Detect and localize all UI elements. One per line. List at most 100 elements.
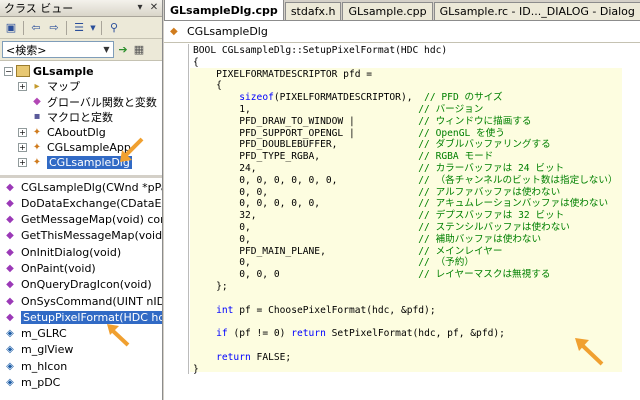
member-item[interactable]: ◆ OnInitDialog(void) <box>0 245 162 259</box>
code-line[interactable]: PFD_DOUBLEBUFFER, // ダブルバッファリングする <box>193 139 618 151</box>
code-line[interactable]: 0, // 補助バッファは使わない <box>193 234 618 246</box>
pin-icon[interactable]: ▾ <box>134 2 146 14</box>
clear-search-icon[interactable]: ▦ <box>132 43 146 57</box>
member-item-label: m_GLRC <box>21 327 67 341</box>
code-keyword: return <box>216 351 251 363</box>
code-line[interactable]: if (pf != 0) return SetPixelFormat(hdc, … <box>193 328 618 340</box>
member-item[interactable]: ◆ OnQueryDragIcon(void) <box>0 278 162 292</box>
member-item[interactable]: ◆ GetMessageMap(void) const <box>0 213 162 227</box>
sort-dropdown-icon[interactable]: ▼ <box>89 20 97 36</box>
member-item[interactable]: ◈ m_glView <box>0 343 162 357</box>
code-line[interactable]: 0, 0, 0 // レイヤーマスクは無視する <box>193 269 618 281</box>
member-item-label: GetMessageMap(void) const <box>21 213 163 227</box>
code-line[interactable]: } <box>193 364 618 376</box>
pointer-arrow-icon <box>120 137 144 162</box>
code-line[interactable]: PFD_TYPE_RGBA, // RGBA モード <box>193 151 618 163</box>
code-editor[interactable]: ◆ CGLsampleDlg BOOL CGLsampleDlg::SetupP… <box>164 21 640 400</box>
code-line[interactable]: 0, 0, 0, 0, 0, // アキュムレーションバッファは使わない <box>193 198 618 210</box>
code-text: PFD_TYPE_RGBA, <box>193 151 419 163</box>
close-icon[interactable]: ✕ <box>148 2 160 14</box>
search-go-icon[interactable]: ➔ <box>116 43 130 57</box>
class-icon: ◆ <box>170 26 178 37</box>
document-tab[interactable]: GLsample.rc - ID..._DIALOG - Dialog <box>433 2 640 20</box>
code-line[interactable]: return FALSE; <box>193 352 618 364</box>
code-line[interactable]: 24, // カラーバッファは 24 ビット <box>193 163 618 175</box>
code-line[interactable]: int pf = ChoosePixelFormat(hdc, &pfd); <box>193 305 618 317</box>
class-tree-item[interactable]: ◆ グローバル関数と変数 <box>0 95 162 109</box>
document-tab[interactable]: stdafx.h <box>284 2 342 20</box>
class-tree-item[interactable]: ▪ マクロと定数 <box>0 110 162 124</box>
code-text: SetPixelFormat(hdc, pf, &pfd); <box>325 328 505 340</box>
member-item[interactable]: ◈ m_GLRC <box>0 327 162 341</box>
code-line[interactable]: { <box>193 80 618 92</box>
code-line[interactable]: 32, // デプスバッファは 32 ビット <box>193 210 618 222</box>
code-line[interactable]: PFD_SUPPORT_OPENGL | // OpenGL を使う <box>193 128 618 140</box>
editor-navigation-bar[interactable]: ◆ CGLsampleDlg <box>164 21 640 43</box>
method-icon: ◆ <box>6 230 14 242</box>
code-comment: // RGBA モード <box>418 151 494 163</box>
member-item[interactable]: ◈ m_hIcon <box>0 359 162 373</box>
code-comment: // レイヤーマスクは無視する <box>418 269 551 281</box>
code-line[interactable] <box>193 340 618 352</box>
code-line[interactable]: sizeof(PIXELFORMATDESCRIPTOR), // PFD のサ… <box>193 92 618 104</box>
expand-icon[interactable]: + <box>18 142 27 152</box>
code-line[interactable] <box>193 316 618 328</box>
class-tree-item[interactable]: + ▸ マップ <box>0 79 162 93</box>
chevron-down-icon[interactable]: ▼ <box>100 42 113 57</box>
code-text: { <box>193 80 222 92</box>
expand-icon[interactable]: + <box>18 158 27 168</box>
member-item[interactable]: ◆ OnPaint(void) <box>0 261 162 275</box>
code-line[interactable] <box>193 293 618 305</box>
code-line[interactable]: 1, // バージョン <box>193 104 618 116</box>
class-tree-item-label: CAboutDlg <box>47 125 106 139</box>
source-code[interactable]: BOOL CGLsampleDlg::SetupPixelFormat(HDC … <box>193 45 618 375</box>
member-item[interactable]: ◆ DoDataExchange(CDataExc <box>0 196 162 210</box>
member-item[interactable]: ◆ SetupPixelFormat(HDC hdc <box>0 310 162 324</box>
search-input[interactable]: <検索> ▼ <box>2 41 114 58</box>
class-tree-item[interactable]: − GLsample <box>0 64 162 78</box>
expand-icon[interactable]: + <box>18 127 27 137</box>
code-line[interactable]: PFD_MAIN_PLANE, // メインレイヤー <box>193 246 618 258</box>
globe-icon: ◆ <box>33 96 41 108</box>
class-icon: ✦ <box>32 157 42 169</box>
member-item[interactable]: ◆ GetThisMessageMap(void) <box>0 229 162 243</box>
code-line[interactable]: PIXELFORMATDESCRIPTOR pfd = <box>193 69 618 81</box>
code-line[interactable]: 0, 0, 0, 0, 0, 0, // （各チャンネルのビット数は指定しない） <box>193 175 617 187</box>
member-list: ◆ CGLsampleDlg(CWnd *pPar ◆ DoDataExchange(… <box>0 178 162 390</box>
member-item[interactable]: ◈ m_pDC <box>0 376 162 390</box>
member-item[interactable]: ◆ CGLsampleDlg(CWnd *pPar <box>0 180 162 194</box>
code-area[interactable]: BOOL CGLsampleDlg::SetupPixelFormat(HDC … <box>164 44 640 400</box>
code-line[interactable]: BOOL CGLsampleDlg::SetupPixelFormat(HDC … <box>193 45 618 57</box>
code-line[interactable]: PFD_DRAW_TO_WINDOW | // ウィンドウに描画する <box>193 116 618 128</box>
code-line[interactable]: 0, // ステンシルバッファは使わない <box>193 222 618 234</box>
forward-icon[interactable]: ⇨ <box>46 20 62 36</box>
code-text: 1, <box>193 103 419 115</box>
collapse-icon[interactable]: − <box>4 66 13 76</box>
code-keyword: if <box>216 328 228 340</box>
find-symbol-icon[interactable]: ⚲ <box>106 20 122 36</box>
member-item-label: m_hIcon <box>21 359 68 373</box>
member-item-label: CGLsampleDlg(CWnd *pPar <box>21 180 163 194</box>
document-tab[interactable]: GLsampleDlg.cpp <box>164 0 284 20</box>
class-tree-item-label: グローバル関数と変数 <box>47 95 157 109</box>
expand-icon[interactable]: + <box>18 81 27 91</box>
code-line[interactable]: { <box>193 57 618 69</box>
member-item[interactable]: ◆ OnSysCommand(UINT nID, <box>0 294 162 308</box>
code-line[interactable]: 0, // （予約） <box>193 257 618 269</box>
new-folder-icon[interactable]: ▣ <box>3 20 19 36</box>
method-icon: ◆ <box>6 311 14 323</box>
document-tab[interactable]: GLsample.cpp <box>342 2 433 20</box>
pointer-arrow-icon <box>107 324 130 347</box>
member-item-label: m_pDC <box>21 376 61 390</box>
code-line[interactable]: 0, 0, // アルファバッファは使わない <box>193 187 618 199</box>
class-view-toolbar: ▣ ⇦ ⇨ ☰ ▼ ⚲ <box>0 17 162 39</box>
back-icon[interactable]: ⇦ <box>28 20 44 36</box>
project-icon <box>16 65 30 77</box>
code-text: 24, <box>193 162 419 174</box>
code-line[interactable]: }; <box>193 281 618 293</box>
code-text: pf = ChoosePixelFormat(hdc, &pfd); <box>233 304 436 316</box>
sort-icon[interactable]: ☰ <box>71 20 87 36</box>
code-text: } <box>193 363 199 375</box>
